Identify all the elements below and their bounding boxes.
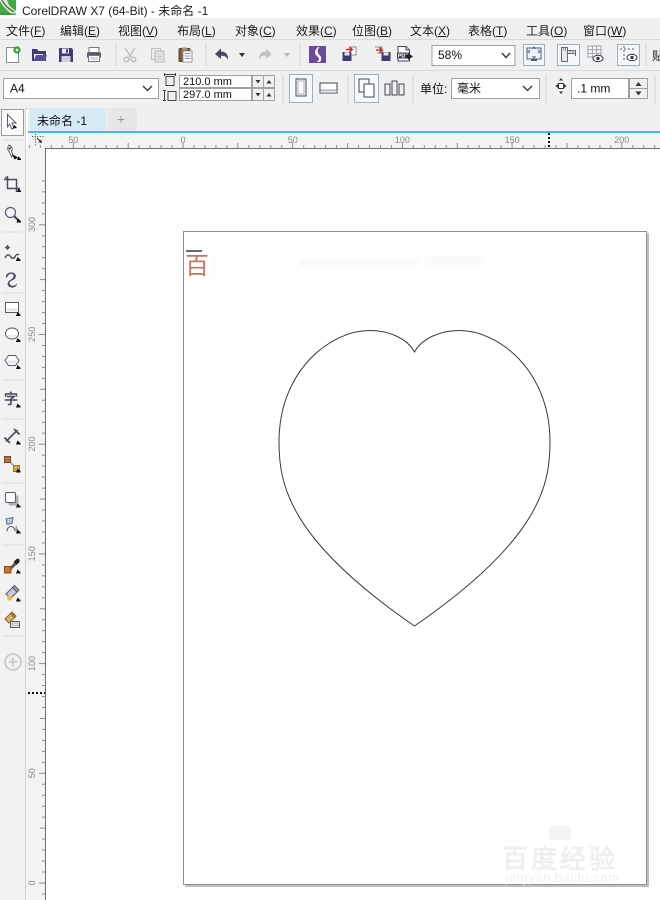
svg-text:300: 300 bbox=[27, 217, 37, 232]
svg-text:250: 250 bbox=[27, 327, 37, 342]
svg-text:58%: 58% bbox=[438, 48, 462, 62]
svg-text:200: 200 bbox=[27, 436, 37, 451]
svg-text:150: 150 bbox=[27, 546, 37, 561]
svg-text:单位:: 单位: bbox=[420, 81, 447, 96]
svg-text:210.0 mm: 210.0 mm bbox=[183, 76, 232, 88]
svg-text:贴齐: 贴齐 bbox=[652, 48, 660, 63]
svg-text:字: 字 bbox=[4, 391, 18, 407]
svg-text:100: 100 bbox=[395, 135, 410, 145]
svg-text:50: 50 bbox=[288, 135, 298, 145]
svg-text:297.0 mm: 297.0 mm bbox=[183, 89, 232, 101]
svg-text:.1 mm: .1 mm bbox=[577, 82, 610, 96]
svg-text:150: 150 bbox=[505, 135, 520, 145]
svg-text:50: 50 bbox=[27, 768, 37, 778]
svg-text:A4: A4 bbox=[10, 82, 25, 96]
svg-text:100: 100 bbox=[27, 656, 37, 671]
svg-text:毫米: 毫米 bbox=[457, 81, 481, 96]
svg-text:0: 0 bbox=[180, 135, 185, 145]
svg-text:200: 200 bbox=[614, 135, 629, 145]
svg-text:0: 0 bbox=[27, 880, 37, 885]
svg-text:50: 50 bbox=[68, 135, 78, 145]
